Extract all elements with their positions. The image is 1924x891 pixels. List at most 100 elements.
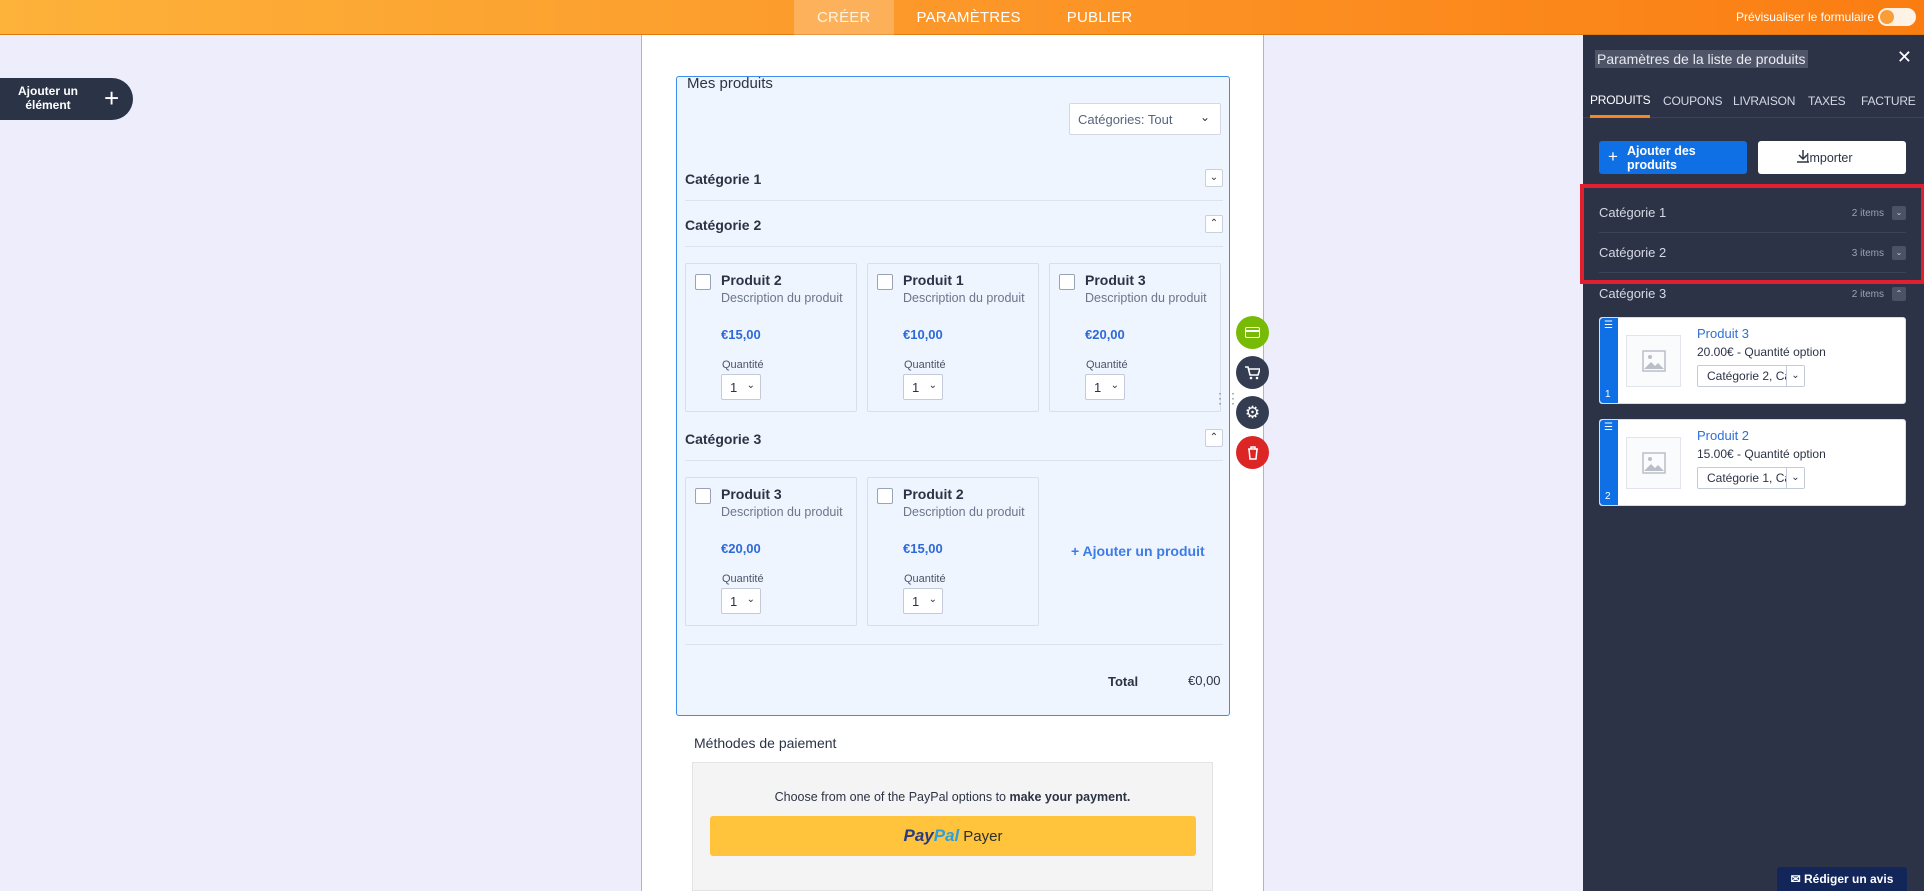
quantity-select[interactable]: 1 ⌄: [721, 374, 761, 400]
download-icon: [1797, 150, 1809, 163]
divider: [685, 644, 1223, 645]
product-checkbox[interactable]: [1059, 274, 1075, 290]
quantity-value: 1: [912, 594, 920, 609]
tab-creer[interactable]: CRÉER: [794, 0, 894, 35]
product-name: Produit 2: [903, 486, 964, 502]
product-list-settings-panel: Paramètres de la liste de produits ✕ PRO…: [1583, 35, 1924, 891]
trash-icon: [1247, 446, 1258, 460]
quantity-select[interactable]: 1 ⌄: [903, 374, 943, 400]
category-name: Catégorie 3: [1599, 286, 1667, 301]
quantity-value: 1: [730, 594, 738, 609]
payment-settings-button[interactable]: [1236, 316, 1269, 349]
paypal-instructions: Choose from one of the PayPal options to…: [693, 790, 1212, 804]
product-subtitle: 15.00€ - Quantité option: [1697, 447, 1826, 461]
product-name: Produit 3: [1085, 272, 1146, 288]
close-icon[interactable]: ✕: [1897, 47, 1912, 68]
highlight-box: [1580, 184, 1924, 284]
category-filter-select[interactable]: Catégories: Tout ⌄: [1069, 103, 1221, 135]
quantity-label: Quantité: [722, 359, 764, 371]
chevron-down-icon: ⌄: [746, 594, 755, 605]
product-description: Description du produit: [903, 505, 1025, 519]
product-card: Produit 3 Description du produit €20,00 …: [1049, 263, 1221, 412]
quantity-value: 1: [730, 380, 738, 395]
chevron-down-icon: ⌄: [1786, 468, 1804, 488]
category-header-1[interactable]: Catégorie 1 ⌄: [685, 155, 1223, 201]
cart-button[interactable]: [1236, 356, 1269, 389]
chevron-up-icon[interactable]: ⌃: [1892, 287, 1906, 301]
product-checkbox[interactable]: [877, 274, 893, 290]
card-index: 1: [1605, 389, 1611, 400]
panel-product-card[interactable]: ☰ 1 Produit 3 20.00€ - Quantité option Ca…: [1599, 317, 1906, 404]
total-value: €0,00: [1188, 673, 1221, 688]
product-image-placeholder: [1626, 335, 1681, 387]
category-name: Catégorie 1: [685, 171, 762, 187]
drag-handle-icon[interactable]: ⋮⋮: [1213, 390, 1240, 407]
product-name-link[interactable]: Produit 3: [1697, 326, 1749, 341]
hamburger-icon: ☰: [1604, 320, 1613, 331]
preview-toggle[interactable]: [1878, 8, 1916, 26]
chevron-down-icon[interactable]: ⌄: [1205, 169, 1223, 187]
product-checkbox[interactable]: [877, 488, 893, 504]
category-select[interactable]: Catégorie 2, Ca... ⌄: [1697, 365, 1805, 387]
quantity-select[interactable]: 1 ⌄: [1085, 374, 1125, 400]
product-description: Description du produit: [721, 505, 843, 519]
quantity-value: 1: [912, 380, 920, 395]
tab-facture[interactable]: FACTURE: [1861, 84, 1916, 118]
drag-handle[interactable]: ☰ 1: [1600, 318, 1618, 403]
panel-product-card[interactable]: ☰ 2 Produit 2 15.00€ - Quantité option Ca…: [1599, 419, 1906, 506]
product-name: Produit 1: [903, 272, 964, 288]
product-checkbox[interactable]: [695, 274, 711, 290]
product-name: Produit 2: [721, 272, 782, 288]
chevron-down-icon: ⌄: [928, 594, 937, 605]
category-header-3[interactable]: Catégorie 3 ⌃: [685, 415, 1223, 461]
add-element-button[interactable]: Ajouter un élément +: [0, 78, 133, 120]
product-card: Produit 2 Description du produit €15,00 …: [685, 263, 857, 412]
total-label: Total: [1108, 674, 1139, 689]
category-name: Catégorie 2: [685, 217, 762, 233]
drag-handle[interactable]: ☰ 2: [1600, 420, 1618, 505]
chevron-up-icon[interactable]: ⌃: [1205, 215, 1223, 233]
paypal-pay-button[interactable]: PayPal Payer: [710, 816, 1196, 856]
quantity-select[interactable]: 1 ⌄: [721, 588, 761, 614]
plus-icon: +: [1608, 147, 1618, 166]
delete-button[interactable]: [1236, 436, 1269, 469]
add-element-label: Ajouter un élément: [18, 84, 78, 112]
product-price: €10,00: [903, 327, 943, 342]
product-name: Produit 3: [721, 486, 782, 502]
tab-parametres[interactable]: PARAMÈTRES: [894, 0, 1044, 35]
plus-icon: +: [104, 83, 120, 113]
quantity-label: Quantité: [722, 573, 764, 585]
category-item-count: 2 items: [1851, 289, 1884, 300]
add-product-link[interactable]: + Ajouter un produit: [1071, 543, 1205, 559]
product-list-widget[interactable]: Mes produits Catégories: Tout ⌄ Catégori…: [676, 75, 1230, 716]
cart-icon: [1245, 366, 1262, 380]
tab-coupons[interactable]: COUPONS: [1663, 84, 1722, 118]
card-index: 2: [1605, 491, 1611, 502]
import-label: Importer: [1806, 150, 1853, 165]
chevron-down-icon: ⌄: [1199, 110, 1210, 124]
paypal-logo-pal: Pal: [933, 826, 960, 845]
category-header-2[interactable]: Catégorie 2 ⌃: [685, 201, 1223, 247]
paypal-text: Choose from one of the PayPal options to: [774, 790, 1010, 804]
settings-button[interactable]: ⚙: [1236, 396, 1269, 429]
product-checkbox[interactable]: [695, 488, 711, 504]
chat-icon: ✉: [1790, 872, 1804, 886]
preview-form-label: Prévisualiser le formulaire: [1735, 10, 1874, 24]
tab-taxes[interactable]: TAXES: [1808, 84, 1846, 118]
tab-publier[interactable]: PUBLIER: [1044, 0, 1156, 35]
tab-livraison[interactable]: LIVRAISON: [1733, 84, 1795, 118]
tab-produits[interactable]: PRODUITS: [1590, 84, 1651, 118]
category-select[interactable]: Catégorie 1, Ca... ⌄: [1697, 467, 1805, 489]
product-description: Description du produit: [721, 291, 843, 305]
gear-icon: ⚙: [1244, 403, 1261, 422]
product-name-link[interactable]: Produit 2: [1697, 428, 1749, 443]
product-price: €15,00: [903, 541, 943, 556]
import-button[interactable]: Importer: [1758, 141, 1906, 174]
chevron-up-icon[interactable]: ⌃: [1205, 429, 1223, 447]
add-products-button[interactable]: + Ajouter des produits: [1599, 141, 1747, 174]
quantity-select[interactable]: 1 ⌄: [903, 588, 943, 614]
product-description: Description du produit: [1085, 291, 1207, 305]
payment-methods-title: Méthodes de paiement: [694, 735, 837, 751]
product-subtitle: 20.00€ - Quantité option: [1697, 345, 1826, 359]
write-review-button[interactable]: ✉ Rédiger un avis: [1777, 867, 1907, 891]
